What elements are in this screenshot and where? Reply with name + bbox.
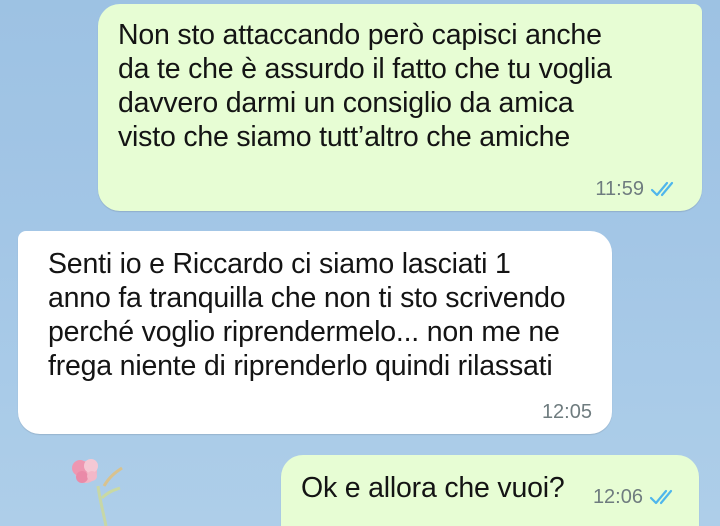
outgoing-message-bubble[interactable]: Ok e allora che vuoi? 12:06 (281, 455, 699, 526)
message-text: Non sto attaccando però capisci anche da… (118, 19, 612, 153)
incoming-message-bubble[interactable]: Senti io e Riccardo ci siamo lasciati 1 … (18, 231, 612, 434)
message-text: Senti io e Riccardo ci siamo lasciati 1 … (48, 248, 566, 382)
double-check-read-icon (649, 489, 673, 505)
outgoing-message-bubble[interactable]: Non sto attaccando però capisci anche da… (98, 4, 702, 211)
double-check-read-icon (650, 181, 674, 197)
message-timestamp: 12:05 (541, 401, 592, 423)
message-timestamp: 11:59 (595, 178, 644, 200)
flower-icon (72, 459, 123, 526)
message-meta: 12:06 (593, 485, 679, 509)
message-text: Ok e allora che vuoi? (301, 472, 565, 504)
chat-view[interactable]: Non sto attaccando però capisci anche da… (0, 0, 720, 526)
message-meta: 11:59 (595, 177, 680, 201)
message-meta: 12:05 (542, 400, 592, 424)
message-timestamp: 12:06 (592, 486, 643, 508)
